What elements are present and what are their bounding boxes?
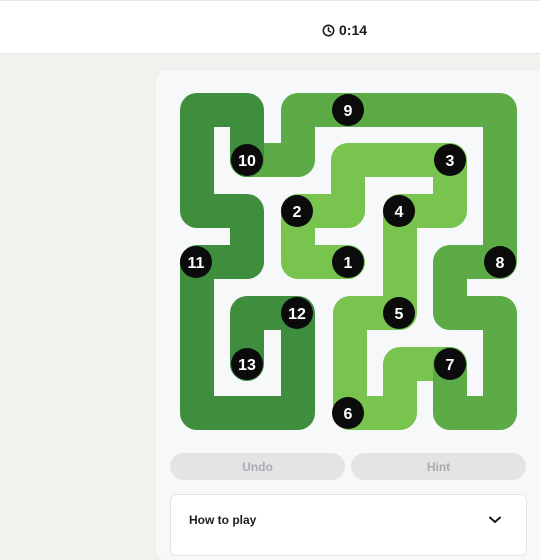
node-8[interactable]: 8 — [484, 246, 516, 278]
svg-text:1: 1 — [344, 255, 353, 272]
node-4[interactable]: 4 — [383, 195, 415, 227]
path-light — [281, 143, 467, 430]
svg-text:2: 2 — [293, 204, 302, 221]
svg-text:4: 4 — [395, 204, 404, 221]
svg-text:6: 6 — [344, 406, 353, 423]
how-to-play-accordion[interactable]: How to play — [170, 494, 527, 556]
node-1[interactable]: 1 — [332, 246, 364, 278]
chevron-down-icon[interactable] — [488, 515, 502, 525]
node-13[interactable]: 13 — [231, 348, 263, 380]
svg-text:7: 7 — [446, 357, 455, 374]
node-7[interactable]: 7 — [434, 348, 466, 380]
node-5[interactable]: 5 — [383, 297, 415, 329]
hint-button[interactable]: Hint — [351, 453, 526, 480]
svg-text:3: 3 — [446, 153, 455, 170]
node-2[interactable]: 2 — [281, 195, 313, 227]
svg-text:10: 10 — [238, 153, 256, 170]
svg-text:13: 13 — [238, 357, 256, 374]
node-6[interactable]: 6 — [332, 397, 364, 429]
node-10[interactable]: 10 — [231, 144, 263, 176]
svg-text:5: 5 — [395, 306, 404, 323]
node-11[interactable]: 11 — [180, 246, 212, 278]
svg-text:8: 8 — [496, 255, 505, 272]
svg-text:9: 9 — [344, 103, 353, 120]
node-12[interactable]: 12 — [281, 297, 313, 329]
svg-text:11: 11 — [188, 255, 205, 272]
undo-button[interactable]: Undo — [170, 453, 345, 480]
how-to-play-label: How to play — [189, 513, 257, 527]
node-3[interactable]: 3 — [434, 144, 466, 176]
svg-text:12: 12 — [288, 306, 306, 323]
node-9[interactable]: 9 — [332, 94, 364, 126]
